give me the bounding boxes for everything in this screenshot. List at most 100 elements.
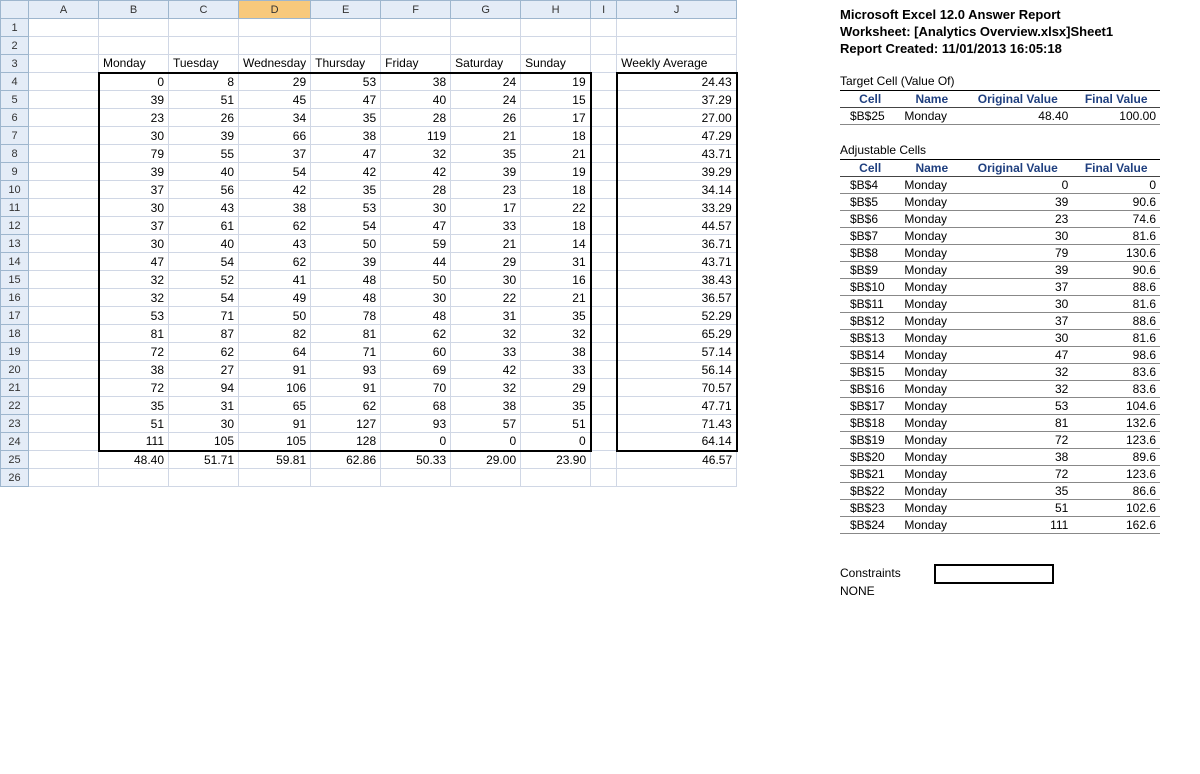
weekly-avg[interactable]: 24.43 xyxy=(617,73,737,91)
cell-E26[interactable] xyxy=(311,469,381,487)
data-cell[interactable]: 30 xyxy=(381,199,451,217)
data-cell[interactable]: 49 xyxy=(239,289,311,307)
col-mean[interactable]: 59.81 xyxy=(239,451,311,469)
data-cell[interactable]: 37 xyxy=(239,145,311,163)
cell-J1[interactable] xyxy=(617,19,737,37)
weekly-avg[interactable]: 27.00 xyxy=(617,109,737,127)
data-cell[interactable]: 35 xyxy=(311,181,381,199)
cell-G26[interactable] xyxy=(451,469,521,487)
row-header-26[interactable]: 26 xyxy=(1,469,29,487)
cell-A21[interactable] xyxy=(29,379,99,397)
cell-I24[interactable] xyxy=(591,433,617,451)
data-cell[interactable]: 40 xyxy=(169,235,239,253)
weekly-avg[interactable]: 36.71 xyxy=(617,235,737,253)
cell-I11[interactable] xyxy=(591,199,617,217)
row-header-3[interactable]: 3 xyxy=(1,55,29,73)
cell-I7[interactable] xyxy=(591,127,617,145)
day-header[interactable]: Weekly Average xyxy=(617,55,737,73)
data-cell[interactable]: 23 xyxy=(99,109,169,127)
data-cell[interactable]: 26 xyxy=(169,109,239,127)
cell-I26[interactable] xyxy=(591,469,617,487)
cell-A23[interactable] xyxy=(29,415,99,433)
data-cell[interactable]: 47 xyxy=(99,253,169,271)
data-cell[interactable]: 42 xyxy=(311,163,381,181)
data-cell[interactable]: 47 xyxy=(311,145,381,163)
data-cell[interactable]: 79 xyxy=(99,145,169,163)
data-cell[interactable]: 64 xyxy=(239,343,311,361)
data-cell[interactable]: 53 xyxy=(99,307,169,325)
data-cell[interactable]: 68 xyxy=(381,397,451,415)
data-cell[interactable]: 54 xyxy=(169,253,239,271)
data-cell[interactable]: 0 xyxy=(381,433,451,451)
day-header[interactable] xyxy=(591,55,617,73)
data-cell[interactable]: 19 xyxy=(521,163,591,181)
data-cell[interactable]: 33 xyxy=(521,361,591,379)
data-cell[interactable]: 43 xyxy=(239,235,311,253)
data-cell[interactable]: 52 xyxy=(169,271,239,289)
day-header[interactable]: Saturday xyxy=(451,55,521,73)
data-cell[interactable]: 16 xyxy=(521,271,591,289)
data-cell[interactable]: 38 xyxy=(99,361,169,379)
data-cell[interactable]: 50 xyxy=(311,235,381,253)
data-cell[interactable]: 32 xyxy=(99,289,169,307)
cell-F2[interactable] xyxy=(381,37,451,55)
cell-A4[interactable] xyxy=(29,73,99,91)
corner-cell[interactable] xyxy=(1,1,29,19)
cell-A16[interactable] xyxy=(29,289,99,307)
weekly-avg[interactable]: 37.29 xyxy=(617,91,737,109)
data-cell[interactable]: 81 xyxy=(99,325,169,343)
data-cell[interactable]: 53 xyxy=(311,199,381,217)
row-header-13[interactable]: 13 xyxy=(1,235,29,253)
cell-H1[interactable] xyxy=(521,19,591,37)
col-header-I[interactable]: I xyxy=(591,1,617,19)
data-cell[interactable]: 72 xyxy=(99,343,169,361)
data-cell[interactable]: 51 xyxy=(521,415,591,433)
data-cell[interactable]: 15 xyxy=(521,91,591,109)
col-header-H[interactable]: H xyxy=(521,1,591,19)
cell-I23[interactable] xyxy=(591,415,617,433)
weekly-avg[interactable]: 57.14 xyxy=(617,343,737,361)
data-cell[interactable]: 54 xyxy=(311,217,381,235)
day-header[interactable]: Wednesday xyxy=(239,55,311,73)
data-cell[interactable]: 21 xyxy=(521,289,591,307)
data-cell[interactable]: 119 xyxy=(381,127,451,145)
data-cell[interactable]: 35 xyxy=(99,397,169,415)
data-cell[interactable]: 24 xyxy=(451,91,521,109)
data-cell[interactable]: 23 xyxy=(451,181,521,199)
data-cell[interactable]: 91 xyxy=(239,415,311,433)
data-cell[interactable]: 61 xyxy=(169,217,239,235)
weekly-avg[interactable]: 38.43 xyxy=(617,271,737,289)
col-mean[interactable]: 62.86 xyxy=(311,451,381,469)
row-header-22[interactable]: 22 xyxy=(1,397,29,415)
data-cell[interactable]: 39 xyxy=(99,163,169,181)
data-cell[interactable]: 14 xyxy=(521,235,591,253)
cell-I2[interactable] xyxy=(591,37,617,55)
data-cell[interactable]: 30 xyxy=(451,271,521,289)
weekly-avg[interactable]: 47.71 xyxy=(617,397,737,415)
cell-F1[interactable] xyxy=(381,19,451,37)
cell-I25[interactable] xyxy=(591,451,617,469)
data-cell[interactable]: 35 xyxy=(521,307,591,325)
cell-I19[interactable] xyxy=(591,343,617,361)
data-cell[interactable]: 94 xyxy=(169,379,239,397)
data-cell[interactable]: 38 xyxy=(381,73,451,91)
cell-F26[interactable] xyxy=(381,469,451,487)
cell-A12[interactable] xyxy=(29,217,99,235)
data-cell[interactable]: 71 xyxy=(311,343,381,361)
data-cell[interactable]: 66 xyxy=(239,127,311,145)
data-cell[interactable]: 91 xyxy=(311,379,381,397)
day-header[interactable]: Thursday xyxy=(311,55,381,73)
row-header-1[interactable]: 1 xyxy=(1,19,29,37)
cell-I1[interactable] xyxy=(591,19,617,37)
row-header-9[interactable]: 9 xyxy=(1,163,29,181)
data-cell[interactable]: 28 xyxy=(381,109,451,127)
day-header[interactable] xyxy=(29,55,99,73)
cell-A9[interactable] xyxy=(29,163,99,181)
data-cell[interactable]: 87 xyxy=(169,325,239,343)
data-cell[interactable]: 106 xyxy=(239,379,311,397)
data-cell[interactable]: 39 xyxy=(311,253,381,271)
data-cell[interactable]: 30 xyxy=(169,415,239,433)
row-header-17[interactable]: 17 xyxy=(1,307,29,325)
data-cell[interactable]: 29 xyxy=(451,253,521,271)
cell-A1[interactable] xyxy=(29,19,99,37)
